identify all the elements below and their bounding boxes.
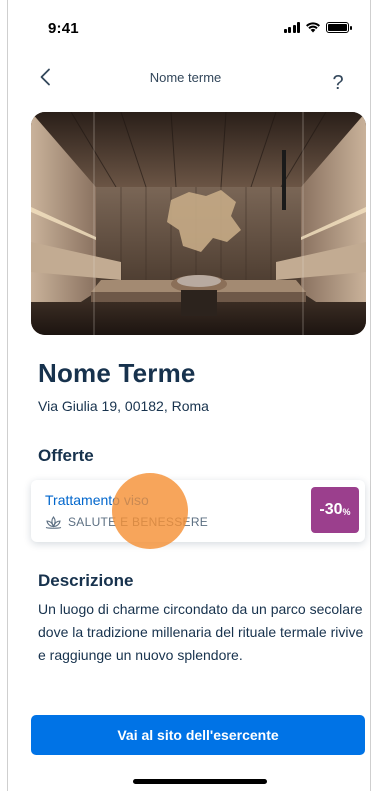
offer-category: SALUTE E BENESSERE	[45, 515, 208, 529]
help-button[interactable]: ?	[323, 66, 353, 100]
discount-badge: -30 %	[311, 487, 359, 533]
nav-header: Nome terme ?	[0, 58, 371, 98]
status-bar: 9:41	[0, 0, 371, 50]
device-edge-left	[7, 0, 8, 791]
hero-image	[31, 112, 366, 335]
offer-name: Trattamento viso	[45, 492, 149, 508]
sauna-photo	[31, 112, 366, 335]
battery-icon	[326, 21, 352, 33]
lotus-icon	[45, 515, 62, 529]
screen: 9:41 Nome terme ? Nome Terme Via Giulia …	[0, 0, 371, 791]
description-text: Un luogo di charme circondato da un parc…	[38, 601, 364, 663]
visit-website-button[interactable]: Vai al sito dell'esercente	[31, 715, 365, 755]
description-heading: Descrizione	[38, 571, 134, 590]
home-indicator[interactable]	[133, 779, 267, 784]
place-name: Nome Terme	[38, 358, 196, 388]
discount-value: -30	[319, 501, 343, 518]
status-icons	[283, 21, 352, 33]
offer-category-label: SALUTE E BENESSERE	[68, 515, 209, 529]
status-time: 9:41	[48, 20, 79, 37]
page-title: Nome terme	[149, 70, 222, 85]
wifi-icon	[306, 22, 320, 33]
offer-card[interactable]: Trattamento viso SALUTE E BENESSERE -30 …	[31, 480, 365, 542]
offers-heading: Offerte	[38, 446, 94, 465]
signal-icon	[283, 21, 300, 33]
discount-unit: %	[342, 507, 351, 517]
place-address: Via Giulia 19, 00182, Roma	[38, 398, 209, 414]
